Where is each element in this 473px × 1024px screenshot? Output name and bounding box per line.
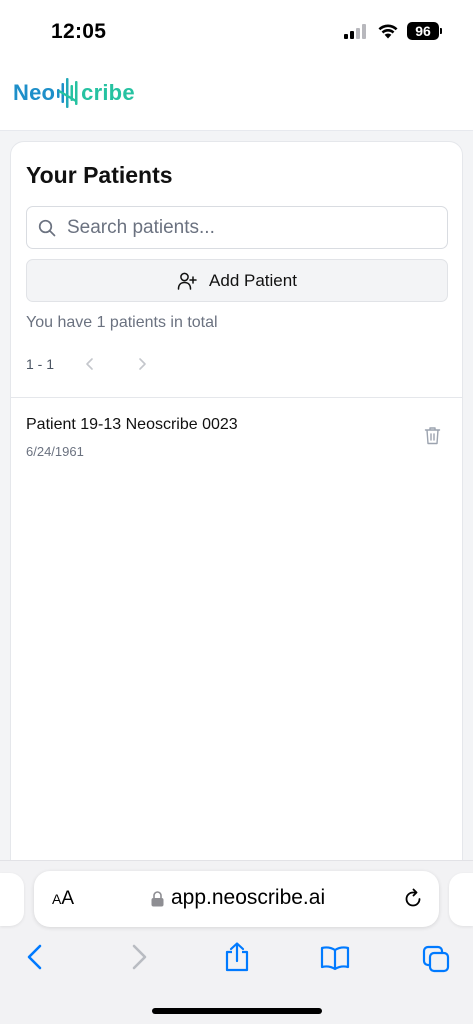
patients-card: Your Patients Add Patient You have 1 pat…	[10, 141, 463, 881]
battery-indicator: 96	[407, 22, 439, 40]
add-patient-button[interactable]: Add Patient	[26, 259, 448, 302]
chevron-right-icon[interactable]	[134, 354, 150, 374]
battery-tip	[440, 28, 442, 34]
address-bar[interactable]: AA app.neoscribe.ai	[34, 871, 439, 927]
reload-icon[interactable]	[402, 888, 424, 910]
app-header: Neo cribe	[0, 64, 473, 131]
neoscribe-logo[interactable]: Neo cribe	[13, 76, 135, 110]
bookmarks-icon[interactable]	[320, 941, 350, 973]
add-patient-label: Add Patient	[209, 270, 297, 290]
next-tab-preview[interactable]	[449, 873, 473, 926]
search-input[interactable]	[67, 207, 437, 248]
share-icon[interactable]	[222, 941, 252, 973]
previous-tab-preview[interactable]	[0, 873, 24, 926]
cellular-signal-icon	[344, 24, 370, 39]
status-time: 12:05	[51, 20, 107, 43]
back-icon[interactable]	[21, 941, 51, 973]
reader-settings-small-a: A	[52, 891, 62, 907]
wifi-icon	[378, 24, 398, 39]
forward-icon[interactable]	[123, 941, 153, 973]
patient-dob: 6/24/1961	[26, 444, 84, 459]
patient-name: Patient 19-13 Neoscribe 0023	[26, 416, 238, 433]
search-icon	[38, 219, 56, 237]
tabs-icon[interactable]	[421, 941, 451, 973]
sound-wave-icon	[57, 78, 78, 108]
logo-text-end: cribe	[81, 80, 135, 105]
search-box	[26, 206, 448, 249]
lock-icon	[151, 891, 164, 907]
browser-toolbar: AA app.neoscribe.ai	[0, 860, 473, 1024]
trash-icon[interactable]	[424, 426, 441, 445]
url-text: app.neoscribe.ai	[171, 886, 326, 909]
chevron-left-icon[interactable]	[82, 354, 98, 374]
reader-settings-button[interactable]: AA	[52, 888, 74, 910]
home-indicator	[152, 1008, 322, 1014]
pagination-range: 1 - 1	[26, 356, 55, 372]
reader-settings-big-a: A	[61, 888, 75, 909]
status-bar: 12:05 96	[0, 0, 473, 64]
add-user-icon	[177, 272, 197, 290]
patient-list-item[interactable]: Patient 19-13 Neoscribe 0023 6/24/1961	[11, 398, 462, 478]
logo-text-start: Neo	[13, 80, 56, 105]
page-title: Your Patients	[26, 162, 173, 188]
patients-total-text: You have 1 patients in total	[26, 314, 218, 331]
